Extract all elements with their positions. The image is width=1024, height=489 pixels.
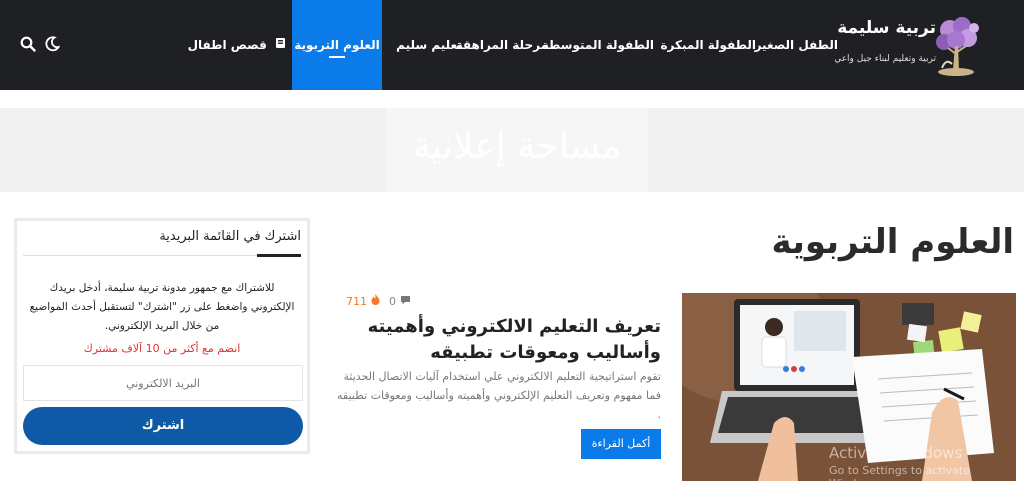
logo-tagline: تربية وتعليم لبناء جيل واعي [834, 54, 936, 64]
nav-item-healthy-education[interactable]: تعليم سليم [386, 0, 472, 90]
post-meta: 711 0 [346, 294, 411, 308]
nav-item-kids-stories[interactable]: قصص اطفال [188, 0, 286, 90]
activation-watermark: Activate Windows Go to Settings to activ… [829, 444, 1024, 489]
nav-item-label: قصص اطفال [187, 38, 267, 52]
nav-item-label: تعليم سليم [396, 38, 462, 52]
newsletter-join-text: انضم مع أكثر من 10 آلاف مشترك [83, 342, 241, 355]
views-count: 711 [346, 295, 367, 308]
nav-item-early-childhood[interactable]: الطفولة المبكرة [660, 0, 756, 90]
subscribe-button[interactable]: اشترك [23, 407, 303, 445]
moon-icon[interactable] [44, 36, 61, 56]
watermark-subtitle: Go to Settings to activate Windows. [829, 464, 970, 489]
site-logo[interactable]: تربية سليمة تربية وتعليم لبناء جيل واعي [834, 14, 984, 78]
active-indicator [329, 56, 345, 58]
comments-count: 0 [389, 295, 396, 308]
ad-banner[interactable]: مساحة إعلانية [386, 108, 648, 192]
nav-item-adolescence[interactable]: مرحلة المراهقة [456, 0, 548, 90]
logo-title: تربية سليمة [837, 18, 936, 38]
ad-text: مساحة إعلانية [412, 126, 622, 167]
nav-item-educational-sciences[interactable]: العلوم التربوية [292, 0, 382, 90]
newsletter-widget: اشترك في القائمة البريدية للاشتراك مع جم… [14, 218, 310, 454]
tree-logo-icon [936, 17, 979, 76]
nav-item-label: العلوم التربوية [294, 38, 380, 52]
ad-area: مساحة إعلانية [0, 108, 1024, 192]
post-excerpt: تقوم استراتيجية التعليم الالكتروني علي ا… [337, 370, 661, 421]
search-icon[interactable] [20, 36, 36, 56]
post-title[interactable]: تعريف التعليم الالكتروني وأهميته وأساليب… [341, 314, 661, 366]
comment-icon [400, 295, 411, 308]
book-icon [275, 0, 286, 90]
nav-item-middle-childhood[interactable]: الطفولة المتوسطة [542, 0, 654, 90]
email-field[interactable] [23, 365, 303, 401]
watermark-title: Activate Windows [829, 444, 963, 462]
nav-item-small-child[interactable]: الطفل الصغير [755, 0, 838, 90]
nav-item-label: الطفولة المبكرة [660, 38, 756, 52]
newsletter-description: للاشتراك مع جمهور مدونة تربية سليمة، أدخ… [29, 282, 295, 332]
nav-item-label: الطفل الصغير [754, 38, 838, 52]
widget-title: اشترك في القائمة البريدية [159, 229, 301, 244]
site-header: تربية سليمة تربية وتعليم لبناء جيل واعي … [0, 0, 1024, 90]
page-title: العلوم التربوية [771, 222, 1014, 262]
read-more-button[interactable]: أكمل القراءة [581, 429, 661, 459]
nav-item-label: الطفولة المتوسطة [541, 38, 654, 52]
fire-icon [371, 294, 384, 308]
widget-title-accent [257, 254, 301, 257]
